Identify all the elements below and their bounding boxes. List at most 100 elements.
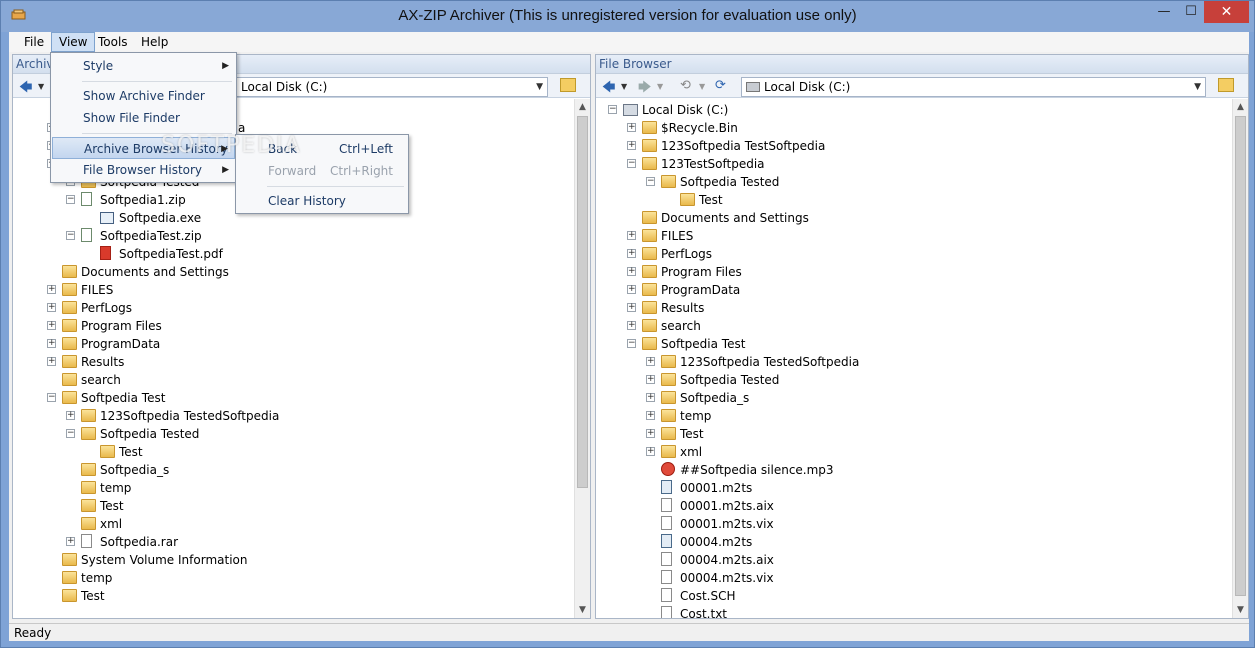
tree-item[interactable]: + Results [13, 353, 574, 371]
back-dropdown-icon[interactable]: ▼ [621, 82, 627, 91]
file-path-combo[interactable]: Local Disk (C:) ▼ [741, 77, 1206, 97]
archive-path-combo[interactable]: Local Disk (C:) ▼ [218, 77, 548, 97]
tree-item[interactable]: + $Recycle.Bin [596, 119, 1232, 137]
tree-item[interactable]: 00004.m2ts.aix [596, 551, 1232, 569]
collapse-icon[interactable]: − [608, 105, 617, 114]
menu-item-archive-browser-history[interactable]: Archive Browser History ▶ [52, 137, 235, 159]
menu-item-file-browser-history[interactable]: File Browser History ▶ [52, 159, 235, 181]
collapse-icon[interactable]: − [627, 339, 636, 348]
tree-item[interactable]: Test [13, 587, 574, 605]
chevron-down-icon[interactable]: ▼ [536, 78, 543, 96]
tree-item[interactable]: 00001.m2ts [596, 479, 1232, 497]
tree-item[interactable]: − Softpedia Test [596, 335, 1232, 353]
tree-item[interactable]: Test [13, 497, 574, 515]
expand-icon[interactable]: + [646, 411, 655, 420]
tree-item[interactable]: + ProgramData [596, 281, 1232, 299]
collapse-icon[interactable]: − [66, 195, 75, 204]
tree-item[interactable]: Test [596, 191, 1232, 209]
close-button[interactable]: ✕ [1204, 1, 1249, 23]
expand-icon[interactable]: + [627, 321, 636, 330]
folder-up-icon[interactable] [560, 78, 576, 92]
tree-item[interactable]: xml [13, 515, 574, 533]
expand-icon[interactable]: + [47, 339, 56, 348]
chevron-down-icon[interactable]: ▼ [1194, 78, 1201, 96]
tree-item[interactable]: ##Softpedia silence.mp3 [596, 461, 1232, 479]
tree-item[interactable]: Cost.txt [596, 605, 1232, 618]
expand-icon[interactable]: + [47, 303, 56, 312]
tree-item[interactable]: − SoftpediaTest.zip [13, 227, 574, 245]
file-tree[interactable]: − Local Disk (C:) + $Recycle.Bin +123Softped… [596, 99, 1232, 618]
tree-item[interactable]: − Local Disk (C:) [596, 101, 1232, 119]
expand-icon[interactable]: + [66, 537, 75, 546]
scroll-up-icon[interactable]: ▲ [575, 99, 590, 115]
tree-item[interactable]: 00001.m2ts.vix [596, 515, 1232, 533]
tree-item[interactable]: Softpedia_s [13, 461, 574, 479]
tree-item[interactable]: 00004.m2ts.vix [596, 569, 1232, 587]
expand-icon[interactable]: + [627, 141, 636, 150]
tree-item[interactable]: − 123TestSoftpedia [596, 155, 1232, 173]
menu-item-style[interactable]: Style ▶ [52, 55, 235, 77]
expand-icon[interactable]: + [646, 357, 655, 366]
menu-item-back[interactable]: Back Ctrl+Left [237, 138, 407, 160]
tree-item[interactable]: − Softpedia Tested [13, 425, 574, 443]
back-arrow-icon[interactable]: 🡄 [602, 78, 615, 100]
collapse-icon[interactable]: − [47, 393, 56, 402]
back-dropdown-icon[interactable]: ▼ [38, 82, 44, 91]
tree-item[interactable]: + Softpedia.rar [13, 533, 574, 551]
forward-arrow-icon[interactable]: 🡆 [638, 78, 651, 100]
expand-icon[interactable]: + [646, 393, 655, 402]
maximize-button[interactable]: ☐ [1178, 1, 1204, 23]
minimize-button[interactable]: — [1150, 1, 1178, 23]
expand-icon[interactable]: + [627, 303, 636, 312]
tree-item[interactable]: + PerfLogs [596, 245, 1232, 263]
tree-item[interactable]: + Softpedia Tested [596, 371, 1232, 389]
expand-icon[interactable]: + [47, 321, 56, 330]
tree-item[interactable]: SoftpediaTest.pdf [13, 245, 574, 263]
tree-item[interactable]: Documents and Settings [13, 263, 574, 281]
tree-item[interactable]: +123Softpedia TestedSoftpedia [596, 353, 1232, 371]
refresh-icon[interactable]: ⟳ [715, 78, 726, 93]
expand-icon[interactable]: + [627, 123, 636, 132]
tree-item[interactable]: Cost.SCH [596, 587, 1232, 605]
menu-item-show-archive-finder[interactable]: Show Archive Finder [52, 85, 235, 107]
archive-tree-scrollbar[interactable]: ▲ ▼ [574, 99, 590, 618]
tree-item[interactable]: Documents and Settings [596, 209, 1232, 227]
back-arrow-icon[interactable]: 🡄 [19, 78, 32, 100]
tree-item[interactable]: + Test [596, 425, 1232, 443]
tree-item[interactable]: +123Softpedia TestedSoftpedia [13, 407, 574, 425]
tree-item[interactable]: + FILES [13, 281, 574, 299]
expand-icon[interactable]: + [646, 429, 655, 438]
expand-icon[interactable]: + [66, 411, 75, 420]
tree-item[interactable]: Test [13, 443, 574, 461]
history-dropdown-icon[interactable]: ▼ [699, 82, 705, 91]
tree-item[interactable]: + Program Files [13, 317, 574, 335]
menu-view[interactable]: View [51, 32, 96, 52]
expand-icon[interactable]: + [47, 357, 56, 366]
tree-item[interactable]: − Softpedia Tested [596, 173, 1232, 191]
title-bar[interactable]: AX-ZIP Archiver (This is unregistered ve… [1, 1, 1254, 32]
collapse-icon[interactable]: − [646, 177, 655, 186]
folder-up-icon[interactable] [1218, 78, 1234, 92]
collapse-icon[interactable]: − [66, 429, 75, 438]
file-tree-scrollbar[interactable]: ▲ ▼ [1232, 99, 1248, 618]
history-icon[interactable]: ⟲ [680, 78, 691, 93]
tree-item[interactable]: + Program Files [596, 263, 1232, 281]
scroll-down-icon[interactable]: ▼ [1233, 602, 1248, 618]
tree-item[interactable]: + PerfLogs [13, 299, 574, 317]
tree-item[interactable]: + Softpedia_s [596, 389, 1232, 407]
tree-item[interactable]: temp [13, 569, 574, 587]
expand-icon[interactable]: + [47, 285, 56, 294]
expand-icon[interactable]: + [646, 447, 655, 456]
expand-icon[interactable]: + [627, 267, 636, 276]
expand-icon[interactable]: + [627, 249, 636, 258]
tree-item[interactable]: search [13, 371, 574, 389]
expand-icon[interactable]: + [627, 285, 636, 294]
expand-icon[interactable]: + [646, 375, 655, 384]
forward-dropdown-icon[interactable]: ▼ [657, 82, 663, 91]
tree-item[interactable]: System Volume Information [13, 551, 574, 569]
menu-item-show-file-finder[interactable]: Show File Finder [52, 107, 235, 129]
collapse-icon[interactable]: − [627, 159, 636, 168]
menu-tools[interactable]: Tools [91, 32, 135, 52]
tree-item[interactable]: + search [596, 317, 1232, 335]
collapse-icon[interactable]: − [66, 231, 75, 240]
